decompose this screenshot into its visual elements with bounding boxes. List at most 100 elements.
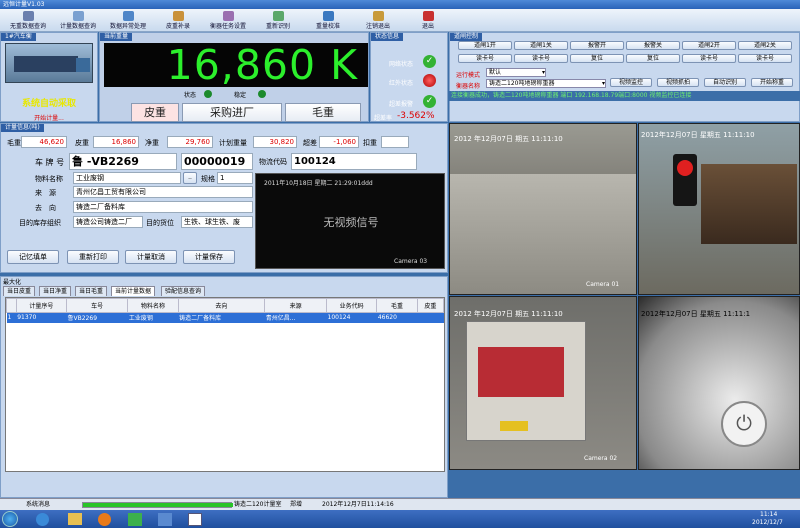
toolbar-icon — [72, 11, 84, 21]
tab-0[interactable]: 当日皮重 — [3, 286, 36, 296]
ctrlrow2-button-4[interactable]: 读卡号 — [682, 54, 736, 63]
ctrlrow1-button-5[interactable]: 道闸2关 — [738, 41, 792, 50]
toolbar-button-3[interactable]: 皮重补录 — [156, 10, 200, 31]
table-row[interactable]: 1 91370 鲁VB2269 工业废钢 铸造二厂备料库 青州亿昌... 100124 466… — [6, 312, 444, 323]
toolbar-icon — [372, 11, 384, 21]
table-body: 1 91370 鲁VB2269 工业废钢 铸造二厂备料库 青州亿昌... 100124 466… — [6, 312, 444, 323]
ctrlrow1-button-0[interactable]: 道闸1开 — [458, 41, 512, 50]
column-header[interactable]: 去向 — [177, 298, 266, 313]
window-icon[interactable] — [188, 513, 202, 526]
net-label: 净重 — [145, 139, 159, 147]
maximize-button[interactable]: 最大化 — [3, 277, 21, 286]
scale-name-label: 衡器名称 — [456, 83, 481, 90]
ctrlrow3-button-0[interactable]: 视频监控 — [610, 78, 652, 87]
traffic-light-icon — [673, 154, 697, 206]
material-picker-button[interactable]: .. — [183, 172, 197, 184]
network-icon[interactable] — [158, 513, 172, 526]
source-field[interactable]: 青州亿昌工贸有限公司 — [73, 186, 253, 198]
toolbar-label: 无重数据查询 — [9, 23, 46, 30]
tab-3[interactable]: 当前计量数据 — [111, 286, 156, 296]
toolbar-button-4[interactable]: 衡器任务设置 — [206, 10, 250, 31]
folder-icon[interactable] — [68, 513, 82, 525]
ctrlrow2-button-2[interactable]: 复位 — [570, 54, 624, 63]
tab-2[interactable]: 当日毛重 — [75, 286, 108, 296]
column-header[interactable]: 计量序号 — [15, 298, 68, 313]
dest-label: 去 向 — [35, 204, 56, 212]
ctrlrow3-button-2[interactable]: 自动识别 — [704, 78, 746, 87]
tare-button[interactable]: 皮重 — [131, 103, 179, 122]
post-field[interactable]: 生铁、球生铁、废 — [181, 216, 253, 228]
column-header[interactable] — [6, 298, 17, 313]
material-code-field[interactable]: 100124 — [291, 153, 417, 170]
diff-value: -1,060 — [319, 136, 359, 148]
truck-status: 开始计量... — [34, 115, 64, 122]
cancel-measure-button[interactable]: 计量取消 — [125, 250, 177, 264]
ctrlrow3-button-1[interactable]: 视频抓拍 — [657, 78, 699, 87]
memory-fill-button[interactable]: 记忆填单 — [7, 250, 59, 264]
toolbar-button-7[interactable]: 注销退出 — [356, 10, 400, 31]
save-measure-button[interactable]: 计量保存 — [183, 250, 235, 264]
ctrlrow2-button-5[interactable]: 读卡号 — [738, 54, 792, 63]
status-bar: 系统消息 铸造二120计量室 郑增 2012年12月7日11:14:16 — [0, 498, 800, 510]
toolbar-button-1[interactable]: 计量数据查询 — [56, 10, 100, 31]
windows-taskbar: 11:14 2012/12/7 — [0, 510, 800, 528]
toolbar-button-2[interactable]: 数据异常处理 — [106, 10, 150, 31]
truck-banner: 系统自动采取 — [21, 99, 76, 109]
toolbar-icon — [322, 11, 334, 21]
column-header[interactable]: 皮重 — [416, 298, 445, 313]
toolbar-button-0[interactable]: 无重数据查询 — [6, 10, 50, 31]
spec-label: 规格 — [201, 175, 215, 183]
infrared-alert-icon — [423, 74, 436, 87]
diff-label: 超差 — [303, 139, 317, 147]
gross-button[interactable]: 毛重 — [285, 103, 361, 122]
camera-3-timestamp: 2012 年12月07日 期五 11:11:10 — [454, 310, 563, 318]
org-field[interactable]: 铸造公司铸造二厂 — [73, 216, 143, 228]
deduct-value[interactable] — [381, 136, 409, 148]
camera-3-cover — [478, 347, 564, 397]
media-icon[interactable] — [98, 513, 111, 526]
ctrlrow3-button-3[interactable]: 开始称重 — [751, 78, 793, 87]
start-button[interactable] — [2, 511, 18, 527]
column-header[interactable]: 车号 — [66, 298, 129, 313]
gross-value: 46,620 — [21, 136, 67, 148]
ctrlrow1-button-4[interactable]: 道闸2开 — [682, 41, 736, 50]
truck-cab — [76, 58, 90, 72]
toolbar-button-6[interactable]: 重量校准 — [306, 10, 350, 31]
column-header[interactable]: 物料名称 — [127, 298, 179, 313]
run-mode-select[interactable]: 默认 ▾ — [486, 68, 546, 77]
toolbar-button-8[interactable]: 退出 — [406, 10, 450, 31]
gate-control-title: 道闸控制 — [450, 33, 483, 41]
ctrlrow1-button-2[interactable]: 报警开 — [570, 41, 624, 50]
toolbar-button-5[interactable]: 重新识别 — [256, 10, 300, 31]
tare-value: 16,860 — [93, 136, 139, 148]
spec-field[interactable]: 1 — [217, 172, 253, 184]
progress-fill — [83, 503, 233, 507]
run-mode-label: 运行模式 — [456, 72, 481, 79]
tab-1[interactable]: 当日净重 — [39, 286, 72, 296]
material-field[interactable]: 工业废钢 — [73, 172, 181, 184]
ctrlrow1-button-1[interactable]: 道闸1关 — [514, 41, 568, 50]
browser-icon[interactable] — [36, 513, 49, 526]
app-icon[interactable] — [128, 513, 142, 526]
weight-state-label: 状态 — [184, 92, 197, 99]
scale-name-select[interactable]: 铸造二120吨地磅称重器 ▾ — [486, 79, 606, 88]
column-header[interactable]: 毛重 — [376, 298, 418, 313]
reprint-button[interactable]: 重新打印 — [67, 250, 119, 264]
column-header[interactable]: 来源 — [264, 298, 328, 313]
tab-4[interactable]: 验配信息查询 — [161, 286, 206, 296]
ctrlrow2-button-0[interactable]: 读卡号 — [458, 54, 512, 63]
diff-rate-label: 超差率 — [374, 115, 393, 122]
dest-field[interactable]: 铸造二厂备料库 — [73, 201, 253, 213]
traffic-light-red-icon — [677, 160, 693, 176]
truck-panel: 1#汽车衡 系统自动采取 开始计量... — [0, 32, 98, 122]
purchase-in-button[interactable]: 采购进厂 — [182, 103, 282, 122]
ctrlrow1-button-3[interactable]: 报警关 — [626, 41, 680, 50]
plate-field[interactable]: 鲁 -VB2269 — [69, 153, 177, 170]
org-label: 目的库存组织 — [19, 219, 61, 227]
power-icon: ⏻ — [721, 401, 767, 447]
ctrlrow2-button-1[interactable]: 读卡号 — [514, 54, 568, 63]
ctrlrow2-button-3[interactable]: 复位 — [626, 54, 680, 63]
camera-1-label: Camera 01 — [586, 281, 620, 288]
table-cell: 100124 — [326, 312, 377, 323]
column-header[interactable]: 业务代码 — [326, 298, 378, 313]
